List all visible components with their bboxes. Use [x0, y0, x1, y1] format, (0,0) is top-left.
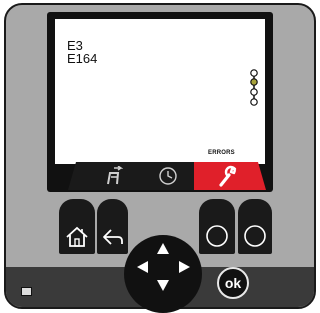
tab-service[interactable]: [90, 162, 138, 190]
wrench-icon: [219, 165, 237, 187]
tab-timer[interactable]: [146, 162, 190, 190]
circle-icon: [244, 225, 266, 247]
status-icon: [21, 287, 32, 296]
clock-icon: [159, 167, 177, 185]
softkey-home[interactable]: [59, 199, 95, 254]
dpad: [124, 235, 202, 313]
arrow-left-icon[interactable]: [137, 261, 148, 273]
error-code-line: E164: [67, 51, 98, 66]
tab-bar: [62, 162, 272, 190]
error-codes: E3 E164: [67, 39, 97, 65]
circle-icon: [206, 225, 228, 247]
home-icon: [66, 226, 88, 247]
arrow-up-icon[interactable]: [157, 243, 169, 254]
display-screen: E3 E164: [55, 19, 265, 164]
service-icon: [107, 166, 123, 185]
tab-label-errors: ERRORS: [208, 150, 235, 156]
arrow-right-icon[interactable]: [179, 261, 190, 273]
softkey-right-2[interactable]: [238, 199, 272, 254]
ok-button[interactable]: ok: [217, 267, 249, 299]
tab-errors[interactable]: [196, 162, 260, 190]
softkey-right-1[interactable]: [199, 199, 235, 254]
arrow-down-icon[interactable]: [157, 280, 169, 291]
ok-button-label: ok: [224, 275, 242, 291]
level-indicator-icon: [250, 69, 258, 106]
back-arrow-icon: [103, 229, 123, 245]
